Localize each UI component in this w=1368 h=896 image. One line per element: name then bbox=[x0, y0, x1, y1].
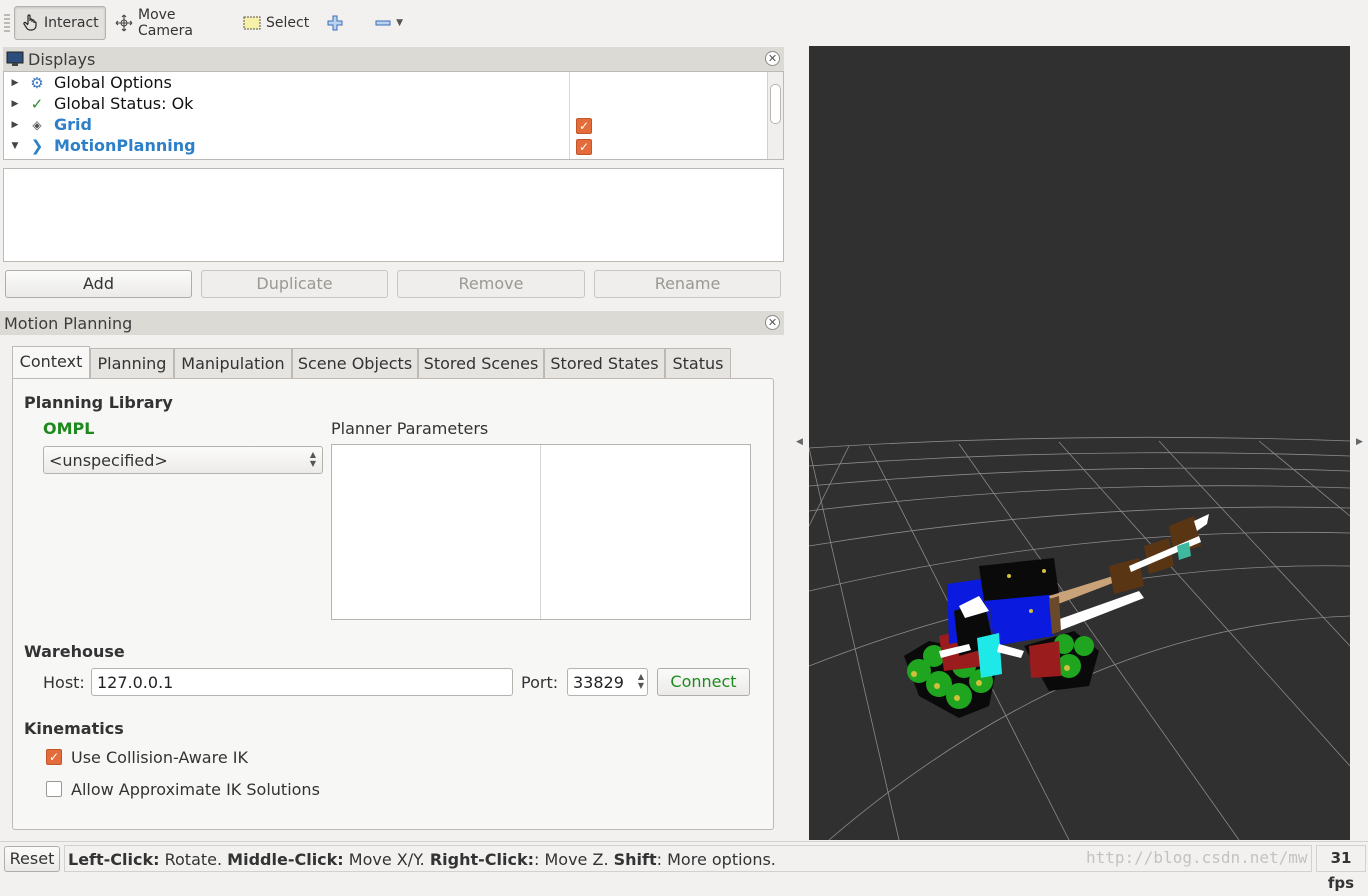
planning-library-heading: Planning Library bbox=[24, 393, 173, 412]
tree-item-global-options[interactable]: ▶ ⚙ Global Options bbox=[4, 72, 569, 93]
expand-arrow-icon[interactable]: ▶ bbox=[4, 120, 26, 130]
motion-planning-panel-header: Motion Planning ✕ bbox=[0, 311, 784, 335]
motion-planning-panel-title: Motion Planning bbox=[4, 313, 133, 333]
tree-item-label: MotionPlanning bbox=[54, 136, 196, 155]
remove-display-button[interactable]: Remove bbox=[397, 270, 585, 298]
duplicate-display-button[interactable]: Duplicate bbox=[201, 270, 388, 298]
host-input-value: 127.0.0.1 bbox=[97, 673, 174, 692]
monitor-icon bbox=[6, 51, 24, 67]
hint-key: Right-Click: bbox=[429, 850, 535, 869]
spin-updown-icon[interactable]: ▲ ▼ bbox=[638, 672, 644, 690]
planner-parameters-table[interactable] bbox=[331, 444, 751, 620]
tree-item-motion-planning[interactable]: ▼ ❯ MotionPlanning bbox=[4, 135, 569, 156]
approximate-ik-label[interactable]: Allow Approximate IK Solutions bbox=[71, 780, 320, 799]
approximate-ik-checkbox[interactable] bbox=[46, 781, 62, 797]
tree-item-grid[interactable]: ▶ ◈ Grid bbox=[4, 114, 569, 135]
connect-button[interactable]: Connect bbox=[657, 668, 750, 696]
tree-scrollbar[interactable] bbox=[767, 72, 783, 159]
main-toolbar: Interact Move Camera Select ▼ bbox=[0, 0, 1368, 46]
warehouse-heading: Warehouse bbox=[24, 642, 125, 661]
hint-key: Left-Click: bbox=[68, 850, 160, 869]
tab-stored-states[interactable]: Stored States bbox=[544, 348, 665, 379]
planning-library-name: OMPL bbox=[43, 419, 95, 438]
toolbar-grip[interactable] bbox=[4, 14, 10, 32]
interact-tool-button[interactable]: Interact bbox=[14, 6, 106, 40]
tab-scene-objects[interactable]: Scene Objects bbox=[292, 348, 418, 379]
tab-stored-scenes[interactable]: Stored Scenes bbox=[418, 348, 544, 379]
reset-view-button[interactable]: Reset bbox=[4, 846, 60, 872]
fps-counter: 31 fps bbox=[1316, 845, 1366, 892]
gear-icon: ⚙ bbox=[30, 73, 44, 92]
status-hint-text: Left-Click: Rotate. Middle-Click: Move X… bbox=[68, 850, 776, 869]
tree-item-global-status[interactable]: ▶ ✓ Global Status: Ok bbox=[4, 93, 569, 114]
tab-manipulation[interactable]: Manipulation bbox=[174, 348, 292, 379]
table-column-divider bbox=[540, 445, 541, 619]
column-divider bbox=[569, 72, 570, 159]
select-tool-label: Select bbox=[266, 15, 310, 31]
minus-icon bbox=[375, 14, 391, 32]
expand-arrow-icon[interactable]: ▶ bbox=[4, 99, 26, 109]
spin-updown-icon: ▲ ▼ bbox=[309, 450, 316, 468]
displays-panel-title: Displays bbox=[28, 49, 96, 69]
interact-tool-label: Interact bbox=[44, 15, 99, 31]
tree-item-label: Grid bbox=[54, 115, 92, 134]
grid-enabled-checkbox[interactable]: ✓ bbox=[576, 118, 592, 134]
collapse-arrow-icon[interactable]: ▼ bbox=[4, 141, 26, 151]
port-spinbox-value: 33829 bbox=[573, 673, 624, 692]
port-label: Port: bbox=[521, 673, 559, 692]
planner-parameters-label: Planner Parameters bbox=[331, 419, 489, 438]
displays-tree: ▶ ⚙ Global Options ▶ ✓ Global Status: Ok… bbox=[3, 71, 784, 160]
host-label: Host: bbox=[43, 673, 85, 692]
expand-arrow-icon[interactable]: ▶ bbox=[4, 78, 26, 88]
display-description-box bbox=[3, 168, 784, 262]
status-bar: Reset Left-Click: Rotate. Middle-Click: … bbox=[0, 841, 1368, 892]
move-camera-tool-label: Move Camera bbox=[138, 7, 193, 39]
scrollbar-thumb[interactable] bbox=[770, 84, 781, 124]
hint-key: Middle-Click: bbox=[227, 850, 344, 869]
add-tool-button[interactable] bbox=[320, 6, 350, 40]
motion-planning-enabled-checkbox[interactable]: ✓ bbox=[576, 139, 592, 155]
tab-status[interactable]: Status bbox=[665, 348, 731, 379]
planner-select[interactable]: <unspecified> ▲ ▼ bbox=[43, 446, 323, 474]
plus-icon bbox=[327, 14, 343, 32]
hint-action: : More options. bbox=[656, 850, 776, 869]
host-input[interactable]: 127.0.0.1 bbox=[91, 668, 513, 696]
splitter-right-arrow-icon[interactable]: ▶ bbox=[1356, 437, 1363, 447]
displays-panel-header: Displays ✕ bbox=[3, 47, 784, 71]
tab-context[interactable]: Context bbox=[12, 346, 90, 380]
hint-key: Shift bbox=[613, 850, 657, 869]
tree-item-label: Global Options bbox=[54, 73, 172, 92]
motion-planning-icon: ❯ bbox=[30, 136, 44, 155]
tree-item-label: Global Status: Ok bbox=[54, 94, 194, 113]
close-icon[interactable]: ✕ bbox=[765, 315, 780, 330]
collision-aware-ik-label[interactable]: Use Collision-Aware IK bbox=[71, 748, 248, 767]
move-arrows-icon bbox=[115, 14, 133, 32]
grid-icon: ◈ bbox=[32, 117, 42, 132]
collision-aware-ik-checkbox[interactable]: ✓ bbox=[46, 749, 62, 765]
remove-tool-dropdown[interactable]: ▼ bbox=[368, 6, 410, 40]
hint-action: Rotate. bbox=[159, 850, 228, 869]
hand-pointer-icon bbox=[21, 14, 39, 32]
watermark-text: http://blog.csdn.net/mw bbox=[1086, 848, 1308, 867]
move-camera-tool-button[interactable]: Move Camera bbox=[108, 6, 226, 40]
hint-action: : Move Z. bbox=[534, 850, 614, 869]
splitter-left-arrow-icon[interactable]: ◀ bbox=[796, 437, 803, 447]
rename-display-button[interactable]: Rename bbox=[594, 270, 781, 298]
kinematics-heading: Kinematics bbox=[24, 719, 124, 738]
select-rect-icon bbox=[243, 14, 261, 32]
planner-select-value: <unspecified> bbox=[49, 451, 168, 470]
chevron-down-icon: ▼ bbox=[396, 18, 403, 28]
add-display-button[interactable]: Add bbox=[5, 270, 192, 298]
select-tool-button[interactable]: Select bbox=[236, 6, 310, 40]
hint-action: Move X/Y. bbox=[343, 850, 430, 869]
scene-render bbox=[809, 436, 1350, 840]
tab-planning[interactable]: Planning bbox=[90, 348, 174, 379]
close-icon[interactable]: ✕ bbox=[765, 51, 780, 66]
render-viewport[interactable] bbox=[809, 46, 1350, 840]
robot-model bbox=[904, 514, 1209, 718]
checkmark-icon: ✓ bbox=[30, 94, 44, 113]
port-spinbox[interactable]: 33829 ▲ ▼ bbox=[567, 668, 648, 696]
